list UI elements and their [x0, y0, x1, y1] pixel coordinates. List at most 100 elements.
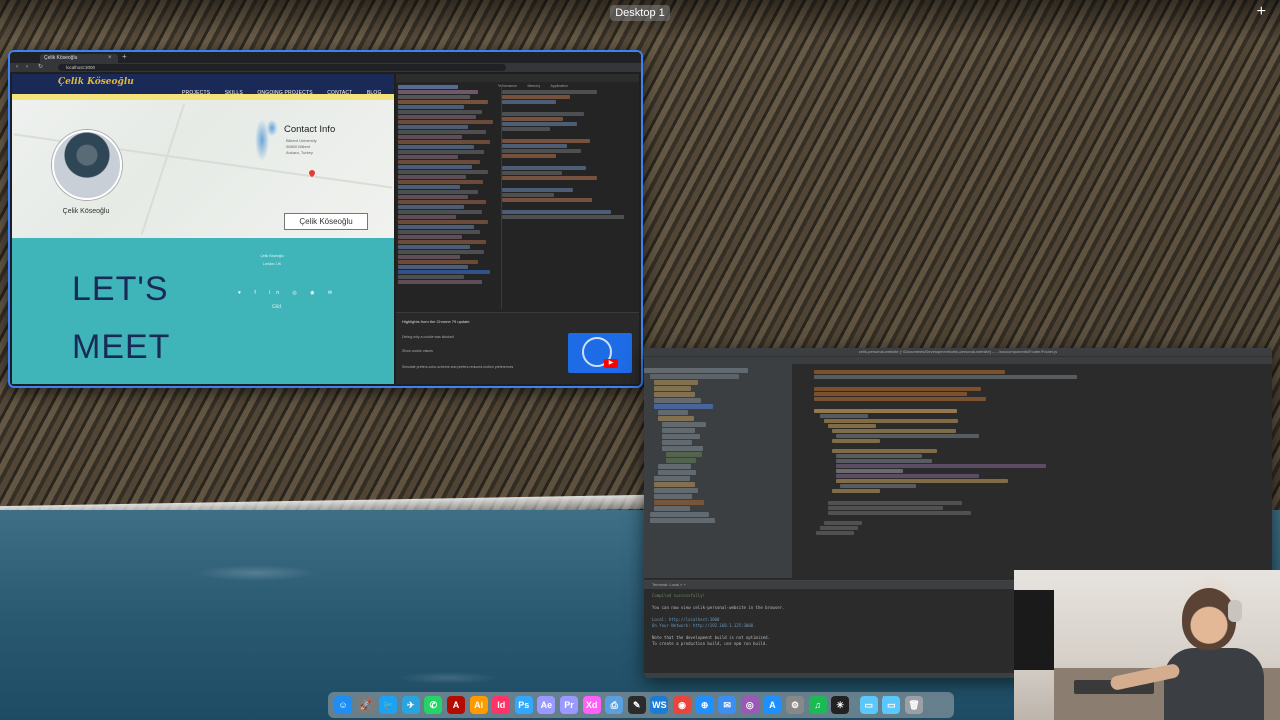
- launchpad-icon[interactable]: 🚀: [356, 696, 375, 714]
- nav-link-projects[interactable]: PROJECTS: [182, 90, 210, 96]
- styles-pane[interactable]: [501, 84, 638, 309]
- illustrator-icon[interactable]: Ai: [469, 696, 488, 714]
- browser-tab[interactable]: Çelik Köseoğlu: [40, 54, 118, 63]
- person-name: Çelik Köseoğlu: [62, 208, 110, 215]
- tree-item[interactable]: [654, 380, 699, 385]
- tree-item[interactable]: [662, 440, 692, 445]
- name-button[interactable]: Çelik Köseoğlu: [284, 213, 368, 230]
- tree-item[interactable]: [644, 368, 748, 373]
- desktop-label[interactable]: Desktop 1: [610, 5, 670, 21]
- tree-item[interactable]: [654, 500, 705, 505]
- tree-item[interactable]: [658, 416, 694, 421]
- whats-new-item[interactable]: Debug why a cookie was blocked: [402, 335, 454, 339]
- avatar: [52, 130, 122, 200]
- tree-item-selected[interactable]: [654, 404, 714, 409]
- mail-icon[interactable]: ✉: [718, 696, 737, 714]
- finder-icon[interactable]: ☺: [334, 696, 352, 714]
- style-line: [502, 193, 554, 197]
- premiere-icon[interactable]: Pr: [560, 696, 578, 714]
- safari-icon[interactable]: ⊕: [695, 696, 714, 714]
- indesign-icon[interactable]: Id: [492, 696, 511, 714]
- tree-item[interactable]: [654, 398, 702, 403]
- terminal-line: You can now view celik-personal-website …: [652, 605, 785, 610]
- editor-line: [814, 375, 1077, 379]
- tree-item[interactable]: [654, 494, 693, 499]
- site-logo[interactable]: Çelik Köseoğlu: [58, 77, 134, 87]
- tree-item[interactable]: [662, 428, 695, 433]
- twitter-icon[interactable]: 🐦: [379, 696, 398, 714]
- xd-icon[interactable]: Xd: [582, 696, 601, 714]
- nav-link-skills[interactable]: SKILLS: [225, 90, 243, 96]
- folder-icon[interactable]: ▭: [859, 696, 878, 714]
- tree-item[interactable]: [666, 458, 696, 463]
- add-desktop-button[interactable]: +: [1257, 4, 1266, 20]
- whats-new-item[interactable]: Simulate prefers-color-scheme and prefer…: [402, 365, 513, 369]
- elements-tree[interactable]: [398, 84, 498, 309]
- code-line: [398, 150, 484, 154]
- appstore-icon[interactable]: A: [763, 696, 782, 714]
- tree-item[interactable]: [654, 386, 691, 391]
- code-editor[interactable]: [794, 364, 1272, 578]
- editor-line: [840, 484, 917, 488]
- project-tree[interactable]: [644, 364, 793, 578]
- trash-icon[interactable]: 🗑: [905, 696, 923, 714]
- editor-line: [828, 511, 972, 515]
- tree-item[interactable]: [658, 410, 688, 415]
- code-line: [398, 240, 486, 244]
- video-thumbnail[interactable]: ▶: [568, 333, 632, 373]
- tree-item[interactable]: [650, 512, 710, 517]
- headphones-icon: [1228, 600, 1242, 622]
- tree-item[interactable]: [654, 392, 696, 397]
- terminal-line[interactable]: Local: http://localhost:3000: [652, 617, 719, 622]
- preview-icon[interactable]: ⎙: [605, 696, 624, 714]
- whatsapp-icon[interactable]: ✆: [424, 696, 443, 714]
- tab-close-icon[interactable]: ×: [108, 54, 112, 63]
- tree-item[interactable]: [658, 464, 691, 469]
- tree-item[interactable]: [654, 476, 690, 481]
- new-tab-button[interactable]: +: [122, 52, 127, 61]
- back-icon[interactable]: ‹: [16, 63, 18, 72]
- code-line: [398, 195, 468, 199]
- telegram-icon[interactable]: ✈: [401, 696, 420, 714]
- code-line: [398, 265, 468, 269]
- podcasts-icon[interactable]: ◎: [740, 696, 759, 714]
- forward-icon[interactable]: ›: [26, 63, 28, 72]
- code-line: [398, 135, 462, 139]
- url-bar[interactable]: localhost:3000: [58, 64, 506, 71]
- tree-item[interactable]: [650, 518, 716, 523]
- aftereffects-icon[interactable]: Ae: [537, 696, 556, 714]
- webcam-monitor: [1014, 590, 1054, 670]
- tree-item[interactable]: [662, 446, 704, 451]
- social-icons[interactable]: ♥ f in ◎ ◉ ✉: [238, 290, 338, 296]
- whats-new-item[interactable]: Show cookie values: [402, 349, 433, 353]
- tree-item[interactable]: [654, 488, 699, 493]
- terminal-line[interactable]: On Your Network: http://192.168.1.125:30…: [652, 623, 753, 628]
- settings-icon[interactable]: ⚙: [786, 696, 804, 714]
- photoshop-icon[interactable]: Ps: [514, 696, 533, 714]
- chrome-icon[interactable]: ◉: [673, 696, 691, 714]
- site-nav-links: PROJECTS SKILLS ONGOING PROJECTS CONTACT…: [182, 81, 392, 99]
- chatgpt-icon[interactable]: ✳: [831, 696, 850, 714]
- nav-link-contact[interactable]: CONTACT: [327, 90, 352, 96]
- browser-window[interactable]: Çelik Köseoğlu × + ‹ › ↻ localhost:3000 …: [8, 50, 643, 388]
- tree-item[interactable]: [658, 470, 697, 475]
- code-line: [398, 230, 480, 234]
- signature: Gild.: [272, 304, 283, 310]
- webstorm-icon[interactable]: WS: [650, 696, 669, 714]
- tree-item[interactable]: [654, 506, 690, 511]
- tree-item[interactable]: [662, 422, 707, 427]
- contact-title: Contact Info: [284, 124, 336, 135]
- downloads-icon[interactable]: ▭: [882, 696, 901, 714]
- spotify-icon[interactable]: ♫: [808, 696, 827, 714]
- nav-link-blog[interactable]: BLOG: [367, 90, 382, 96]
- tree-item[interactable]: [666, 452, 702, 457]
- editor-line: [820, 414, 868, 418]
- tree-item[interactable]: [662, 434, 701, 439]
- inkscape-icon[interactable]: ✎: [627, 696, 646, 714]
- nav-link-ongoing-projects[interactable]: ONGOING PROJECTS: [257, 90, 312, 96]
- reload-icon[interactable]: ↻: [38, 63, 43, 72]
- tree-item[interactable]: [654, 482, 696, 487]
- code-line: [398, 170, 488, 174]
- tree-item[interactable]: [650, 374, 739, 379]
- acrobat-icon[interactable]: A: [447, 696, 465, 714]
